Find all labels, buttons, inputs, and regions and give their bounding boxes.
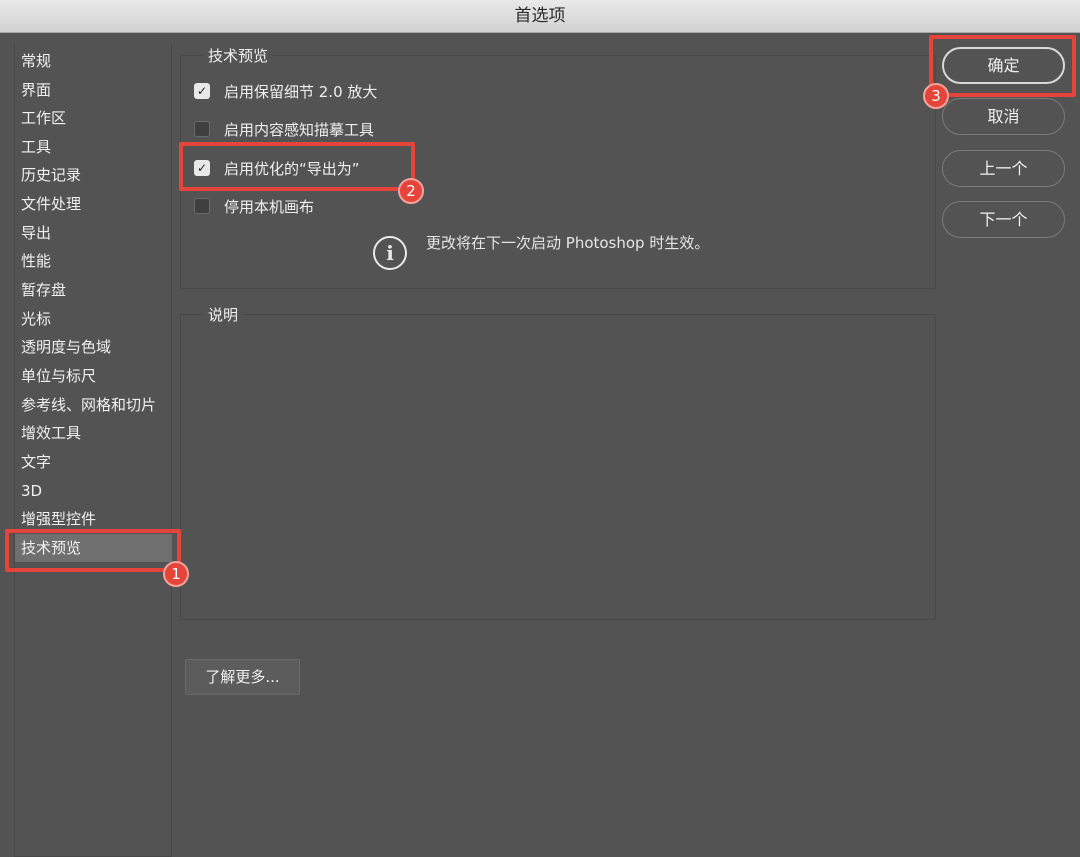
sidebar-item-interface[interactable]: 界面 (15, 76, 172, 104)
annotation-badge-3: 3 (923, 83, 949, 109)
highlight-optimized-export (179, 142, 415, 191)
sidebar-item-file-handling[interactable]: 文件处理 (15, 190, 172, 218)
preserve-details-checkbox[interactable]: ✓ (194, 83, 210, 99)
tech-preview-title: 技术预览 (204, 45, 273, 66)
sidebar-item-plugins[interactable]: 增效工具 (15, 419, 172, 447)
sidebar-item-scratch-disks[interactable]: 暂存盘 (15, 276, 172, 304)
sidebar-item-3d[interactable]: 3D (15, 477, 172, 505)
cancel-button[interactable]: 取消 (942, 98, 1065, 135)
previous-button[interactable]: 上一个 (942, 150, 1065, 187)
disable-native-canvas-checkbox[interactable] (194, 198, 210, 214)
preferences-sidebar: 常规 界面 工作区 工具 历史记录 文件处理 导出 性能 暂存盘 光标 透明度与… (14, 44, 172, 857)
info-icon: i (373, 236, 407, 270)
annotation-badge-1: 1 (163, 561, 189, 587)
highlight-technology-previews (5, 529, 181, 572)
sidebar-item-history[interactable]: 历史记录 (15, 161, 172, 189)
description-group (180, 314, 936, 620)
sidebar-item-export[interactable]: 导出 (15, 219, 172, 247)
sidebar-item-cursors[interactable]: 光标 (15, 305, 172, 333)
content-aware-trace-label[interactable]: 启用内容感知描摹工具 (224, 119, 374, 140)
content-aware-trace-checkbox[interactable] (194, 121, 210, 137)
option-content-aware-trace-row[interactable]: 启用内容感知描摹工具 (194, 118, 374, 140)
preserve-details-label[interactable]: 启用保留细节 2.0 放大 (224, 81, 377, 102)
next-button[interactable]: 下一个 (942, 201, 1065, 238)
annotation-badge-2: 2 (398, 178, 424, 204)
preferences-dialog: 首选项 常规 界面 工作区 工具 历史记录 文件处理 导出 性能 暂存盘 光标 … (0, 0, 1080, 857)
sidebar-item-performance[interactable]: 性能 (15, 247, 172, 275)
disable-native-canvas-label[interactable]: 停用本机画布 (224, 196, 314, 217)
description-title: 说明 (204, 304, 243, 325)
restart-notice: 更改将在下一次启动 Photoshop 时生效。 (426, 234, 710, 252)
option-preserve-details-row[interactable]: ✓ 启用保留细节 2.0 放大 (194, 80, 377, 102)
window-title: 首选项 (0, 0, 1080, 33)
sidebar-item-guides-grid-slices[interactable]: 参考线、网格和切片 (15, 391, 172, 419)
highlight-ok-button (929, 35, 1076, 97)
sidebar-item-units-rulers[interactable]: 单位与标尺 (15, 362, 172, 390)
sidebar-item-transparency-gamut[interactable]: 透明度与色域 (15, 333, 172, 361)
sidebar-item-workspace[interactable]: 工作区 (15, 104, 172, 132)
sidebar-item-tools[interactable]: 工具 (15, 133, 172, 161)
learn-more-button[interactable]: 了解更多... (185, 659, 300, 695)
sidebar-item-general[interactable]: 常规 (15, 47, 172, 75)
sidebar-item-type[interactable]: 文字 (15, 448, 172, 476)
option-disable-native-canvas-row[interactable]: 停用本机画布 (194, 195, 314, 217)
